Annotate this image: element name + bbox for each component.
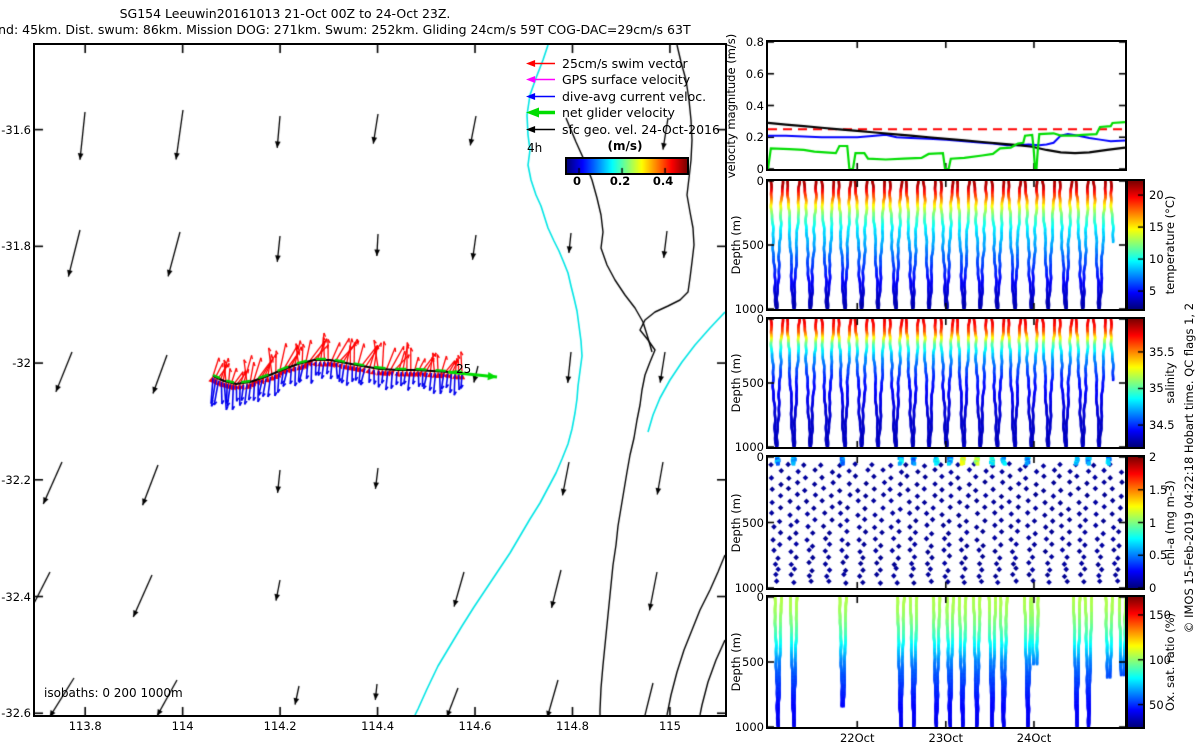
map-colorbar-tick: 0.4 bbox=[652, 174, 674, 188]
figure-window: SG154 Leeuwin20161013 21-Oct 00Z to 24-O… bbox=[0, 0, 1200, 750]
legend-arrow-icon bbox=[526, 76, 555, 84]
colorbar-tick-chla: 1 bbox=[1149, 515, 1157, 530]
legend-item-label: 25cm/s swim vector bbox=[562, 55, 688, 71]
colorbar-tick-chla: 2 bbox=[1149, 450, 1157, 464]
page-subtitle: Dist. over ground: 45km. Dist. swum: 86k… bbox=[0, 22, 691, 37]
legend-arrow-icon bbox=[526, 92, 555, 100]
map-colorbar bbox=[565, 157, 689, 175]
time-axis-label: 23Oct bbox=[928, 731, 964, 745]
depth-tick: 0 bbox=[756, 312, 764, 326]
legend-arrow-icon bbox=[526, 125, 555, 133]
map-x-tick: 114.4 bbox=[361, 719, 395, 733]
colorbar-label-temperature: temperature (°C) bbox=[1163, 195, 1177, 295]
colorbar-tick-temperature: 20 bbox=[1149, 188, 1164, 203]
colorbar-label-chla: chl-a (mg m-3) bbox=[1163, 479, 1177, 566]
map-x-tick: 115 bbox=[658, 719, 681, 733]
map-x-tick: 114.2 bbox=[263, 719, 297, 733]
chla-colorbar bbox=[1126, 455, 1145, 590]
map-y-tick: -32 bbox=[12, 356, 31, 371]
temperature-colorbar bbox=[1126, 179, 1145, 311]
depth-axis-label: Depth (m) bbox=[729, 632, 743, 692]
page-title: SG154 Leeuwin20161013 21-Oct 00Z to 24-O… bbox=[119, 6, 451, 21]
isobaths-label: isobaths: 0 200 1000m bbox=[44, 686, 183, 700]
depth-tick: 0 bbox=[756, 450, 764, 464]
depth-axis-label: Depth (m) bbox=[729, 215, 743, 275]
map-x-tick: 114.8 bbox=[556, 719, 589, 733]
velocity-y-tick: 0.8 bbox=[745, 35, 764, 49]
legend-item-2: dive-avg current veloc. bbox=[525, 88, 707, 104]
legend-item-label: GPS surface velocity bbox=[562, 72, 691, 88]
legend-item-3: net glider velocity bbox=[525, 105, 675, 121]
oxygen-plot bbox=[766, 595, 1127, 729]
dive-number-label: 25 bbox=[456, 362, 472, 376]
velocity-y-tick: 0.4 bbox=[745, 98, 764, 113]
map-colorbar-tick: 0.2 bbox=[609, 174, 631, 188]
depth-tick: 0 bbox=[756, 590, 764, 604]
legend-item-4: sfc geo. vel. 24-Oct-2016 bbox=[525, 121, 720, 137]
map-y-tick: -31.8 bbox=[1, 239, 31, 254]
salinity-colorbar bbox=[1126, 317, 1145, 449]
map-x-tick: 114.6 bbox=[458, 719, 492, 733]
legend-duration-label: 4h bbox=[527, 141, 543, 155]
map-colorbar-tick: 0 bbox=[573, 174, 582, 188]
velocity-plot bbox=[766, 40, 1127, 171]
colorbar-tick-oxygen: 50 bbox=[1149, 697, 1164, 712]
colorbar-tick-salinity: 35.5 bbox=[1149, 344, 1175, 359]
velocity-y-tick: 0.2 bbox=[745, 130, 764, 145]
map-y-tick: -32.6 bbox=[1, 706, 31, 721]
colorbar-tick-chla: 0 bbox=[1149, 581, 1157, 595]
legend-item-label: sfc geo. vel. 24-Oct-2016 bbox=[562, 121, 720, 137]
legend-item-1: GPS surface velocity bbox=[525, 72, 691, 88]
watermark-text: © IMOS 15-Feb-2019 04:22:18 Hobart time.… bbox=[1182, 302, 1196, 634]
map-x-tick: 113.8 bbox=[68, 719, 102, 733]
depth-tick: 1000 bbox=[734, 720, 764, 734]
legend-item-label: net glider velocity bbox=[562, 105, 675, 121]
legend-arrow-icon bbox=[526, 107, 555, 118]
map-y-tick: -32.4 bbox=[1, 589, 31, 604]
legend-arrow-icon bbox=[526, 59, 555, 67]
legend-item-label: dive-avg current veloc. bbox=[562, 88, 707, 104]
map-x-tick: 114 bbox=[171, 719, 194, 733]
depth-axis-label: Depth (m) bbox=[729, 353, 743, 413]
oxygen-colorbar bbox=[1126, 595, 1145, 729]
map-y-tick: -32.2 bbox=[1, 472, 31, 487]
depth-tick: 0 bbox=[756, 174, 764, 188]
colorbar-tick-temperature: 15 bbox=[1149, 220, 1164, 235]
time-axis-label: 24Oct bbox=[1016, 731, 1052, 745]
colorbar-label-oxygen: Ox. sat. ratio (%) bbox=[1163, 612, 1177, 712]
depth-axis-label: Depth (m) bbox=[729, 493, 743, 552]
colorbar-tick-temperature: 10 bbox=[1149, 252, 1164, 267]
colorbar-tick-salinity: 35 bbox=[1149, 381, 1164, 396]
salinity-plot bbox=[766, 317, 1127, 449]
colorbar-tick-salinity: 34.5 bbox=[1149, 418, 1175, 433]
legend-item-0: 25cm/s swim vector bbox=[525, 55, 688, 71]
temperature-plot bbox=[766, 179, 1127, 311]
time-axis-label: 22Oct bbox=[839, 731, 875, 745]
colorbar-label-salinity: salinity bbox=[1163, 362, 1177, 404]
chla-plot bbox=[766, 455, 1127, 590]
velocity-y-tick: 0.6 bbox=[745, 66, 764, 81]
map-y-tick: -31.6 bbox=[1, 122, 31, 137]
colorbar-tick-temperature: 5 bbox=[1149, 284, 1157, 299]
map-colorbar-title: (m/s) bbox=[607, 139, 643, 153]
